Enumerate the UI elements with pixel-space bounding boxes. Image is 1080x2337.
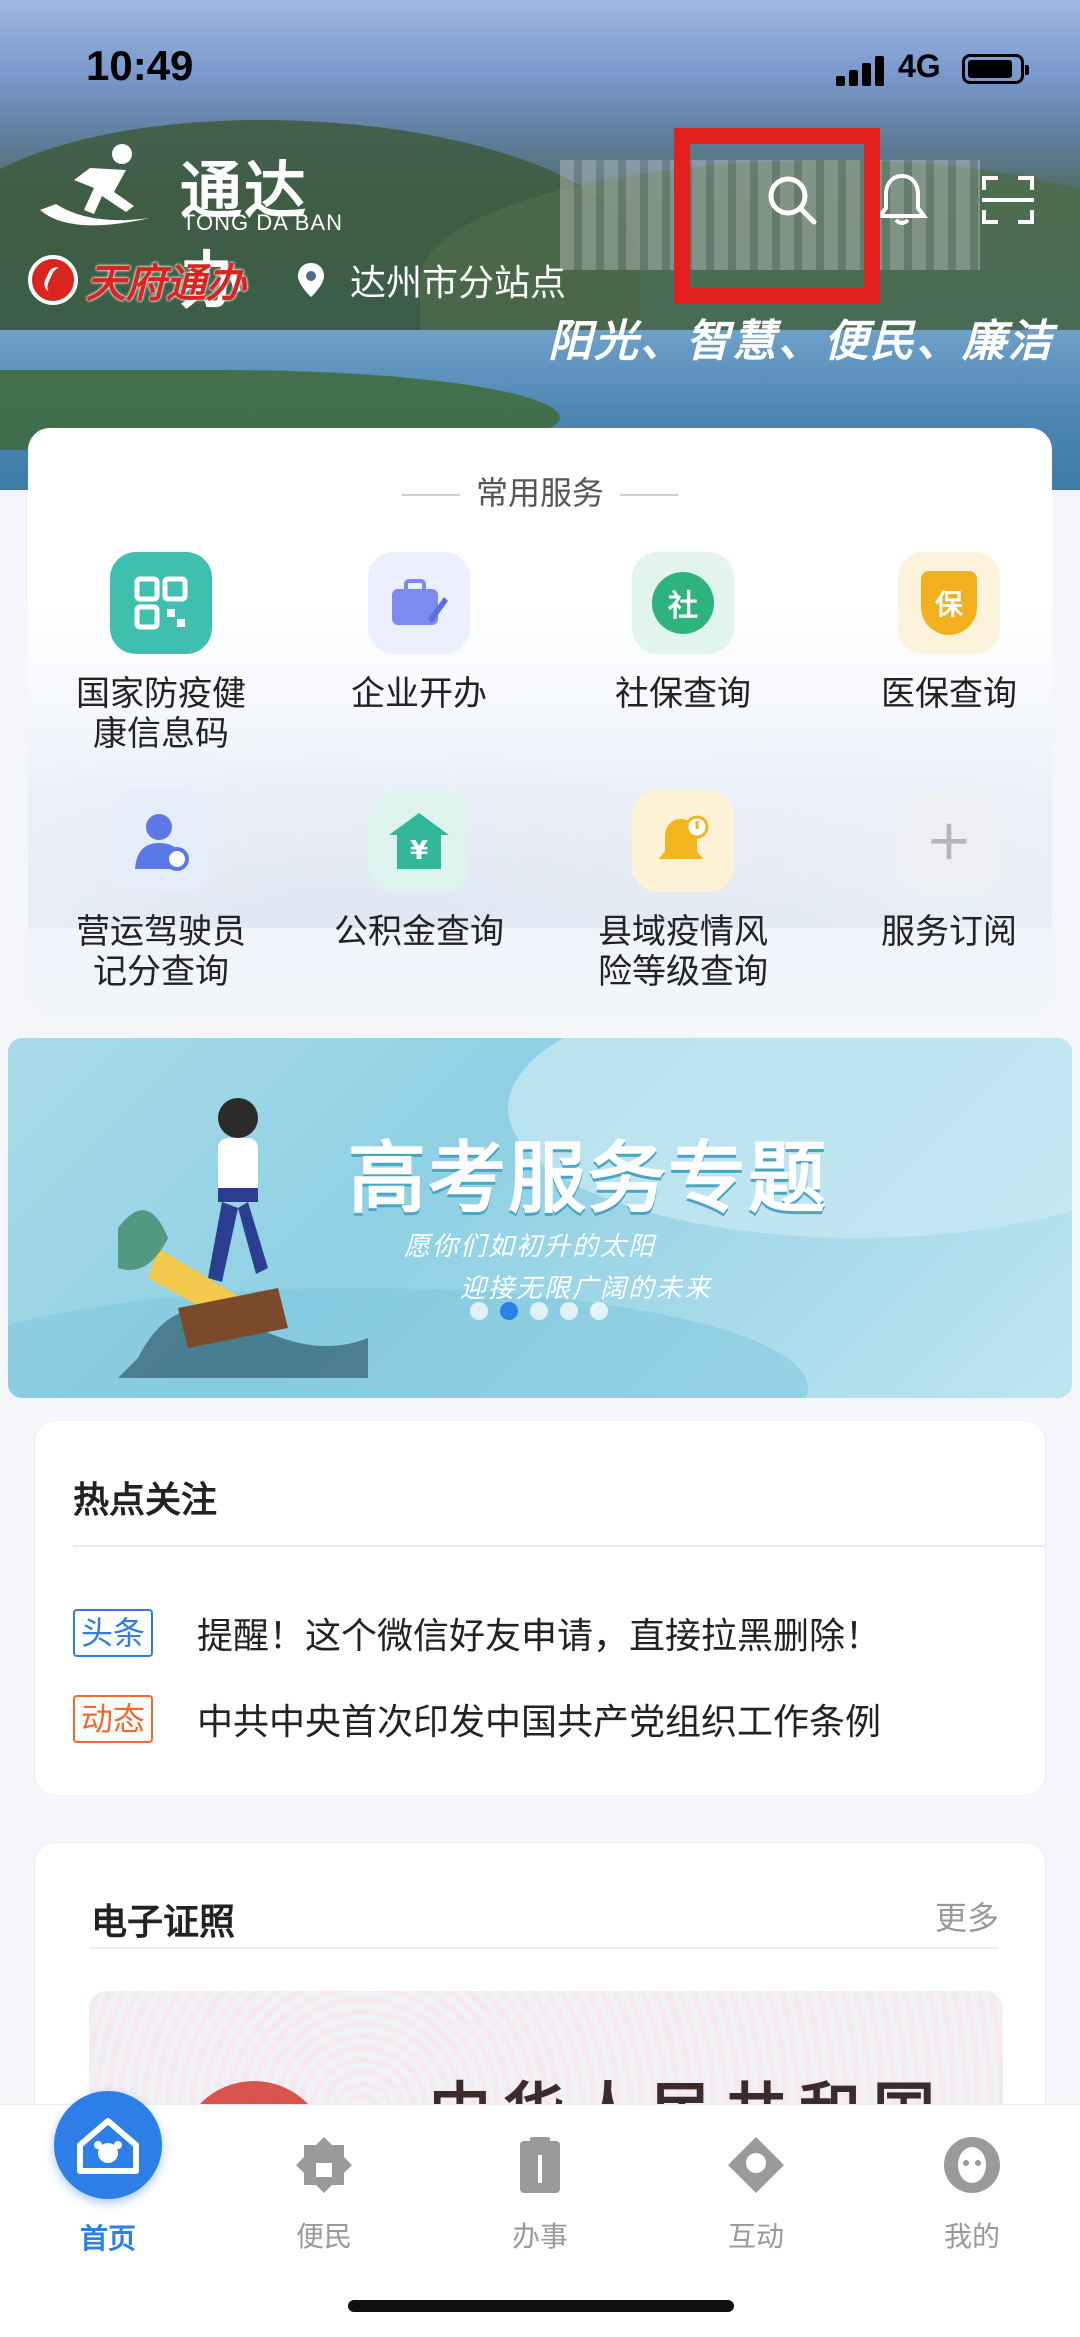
battery-icon bbox=[962, 54, 1029, 84]
tab-label: 首页 bbox=[79, 2222, 136, 2255]
convenience-icon bbox=[296, 2137, 352, 2193]
service-epidemic-risk[interactable]: 县域疫情风 险等级查询 bbox=[558, 790, 808, 992]
hot-item[interactable]: 动态 中共中央首次印发中国共产党组织工作条例 bbox=[73, 1693, 881, 1745]
gaokao-banner[interactable]: 高考服务专题 愿你们如初升的太阳 迎接无限广阔的未来 bbox=[8, 1038, 1072, 1398]
driver-icon bbox=[110, 790, 212, 892]
location-pin-icon bbox=[298, 263, 324, 297]
status-time: 10:49 bbox=[86, 42, 194, 89]
tab-label: 我的 bbox=[943, 2220, 1000, 2253]
tab-interact[interactable]: 互动 bbox=[648, 2105, 864, 2255]
network-type: 4G bbox=[898, 48, 941, 84]
tianfu-logo: 天府通办 bbox=[28, 252, 246, 308]
housing-fund-icon: ¥ bbox=[368, 790, 470, 892]
location-label: 达州市分站点 bbox=[350, 263, 567, 304]
service-subscribe[interactable]: + 服务订阅 bbox=[824, 790, 1052, 952]
tab-affairs[interactable]: 办事 bbox=[432, 2105, 648, 2255]
tab-label: 办事 bbox=[511, 2220, 568, 2253]
hot-topics-card: 热点关注 头条 提醒！这个微信好友申请，直接拉黑删除！ 动态 中共中央首次印发中… bbox=[34, 1420, 1046, 1796]
e-certificates-title: 电子证照 bbox=[91, 1902, 236, 1943]
slogan: 阳光、智慧、便民、廉洁 bbox=[548, 316, 1054, 367]
banner-subtitle: 迎接无限广阔的未来 bbox=[460, 1274, 713, 1304]
interact-icon bbox=[728, 2137, 784, 2193]
carousel-dot[interactable] bbox=[470, 1302, 488, 1320]
tab-home[interactable]: 首页 bbox=[0, 2091, 216, 2257]
divider bbox=[89, 1947, 999, 1949]
service-driver-score[interactable]: 营运驾驶员 记分查询 bbox=[36, 790, 286, 992]
tianfu-mark-icon bbox=[28, 255, 78, 305]
carousel-dot[interactable] bbox=[530, 1302, 548, 1320]
briefcase-icon bbox=[368, 552, 470, 654]
bell-icon[interactable] bbox=[872, 170, 932, 230]
app-logo: 通达办 TONG DA BAN bbox=[30, 140, 360, 317]
service-label: 社保查询 bbox=[615, 674, 751, 714]
home-indicator bbox=[348, 2300, 734, 2312]
service-label: 企业开办 bbox=[351, 674, 487, 714]
service-medical-insurance[interactable]: 保 医保查询 bbox=[824, 552, 1052, 714]
carousel-dots[interactable] bbox=[470, 1302, 608, 1320]
service-label: 医保查询 bbox=[881, 674, 1017, 714]
service-label: 服务订阅 bbox=[881, 912, 1017, 952]
banner-title: 高考服务专题 bbox=[348, 1134, 829, 1224]
service-housing-fund[interactable]: ¥ 公积金查询 bbox=[294, 790, 544, 952]
tab-label: 便民 bbox=[295, 2220, 352, 2253]
hot-item-text: 中共中央首次印发中国共产党组织工作条例 bbox=[197, 1702, 882, 1743]
service-label: 县域疫情风 险等级查询 bbox=[598, 912, 768, 992]
tianfu-text: 天府通办 bbox=[86, 260, 246, 307]
hot-item[interactable]: 头条 提醒！这个微信好友申请，直接拉黑删除！ bbox=[73, 1607, 881, 1659]
news-tag: 动态 bbox=[73, 1695, 154, 1743]
location-selector[interactable]: 达州市分站点 bbox=[296, 254, 566, 306]
hot-topics-title: 热点关注 bbox=[73, 1480, 218, 1521]
signal-icon bbox=[836, 54, 886, 86]
service-health-code[interactable]: 国家防疫健 康信息码 bbox=[36, 552, 286, 754]
more-link[interactable]: 更多 bbox=[935, 1893, 999, 1939]
alert-bell-icon bbox=[632, 790, 734, 892]
e-certificates-card: 电子证照 更多 中华人民共和国 bbox=[34, 1842, 1046, 2142]
runner-logo-icon bbox=[40, 144, 150, 226]
service-label: 营运驾驶员 记分查询 bbox=[76, 912, 246, 992]
service-enterprise[interactable]: 企业开办 bbox=[294, 552, 544, 714]
divider bbox=[73, 1545, 1045, 1547]
banner-subtitle: 愿你们如初升的太阳 bbox=[404, 1232, 657, 1262]
service-social-security[interactable]: 社 社保查询 bbox=[558, 552, 808, 714]
common-services-card: 常用服务 国家防疫健 康信息码 企业开办 社 社保查询 保 医保查询 营运驾驶员… bbox=[28, 428, 1052, 1012]
plus-icon: + bbox=[898, 790, 1000, 892]
hot-item-text: 提醒！这个微信好友申请，直接拉黑删除！ bbox=[197, 1616, 882, 1657]
qr-code-icon bbox=[110, 552, 212, 654]
carousel-dot-active[interactable] bbox=[500, 1302, 518, 1320]
profile-icon bbox=[944, 2137, 1000, 2193]
student-illustration-icon bbox=[118, 1098, 368, 1378]
medical-insurance-icon: 保 bbox=[898, 552, 1000, 654]
highlight-box bbox=[674, 128, 880, 304]
tab-label: 互动 bbox=[727, 2220, 784, 2253]
status-bar: 10:49 4G bbox=[0, 0, 1080, 130]
headline-tag: 头条 bbox=[73, 1609, 154, 1657]
home-icon bbox=[54, 2091, 162, 2199]
tab-profile[interactable]: 我的 bbox=[864, 2105, 1080, 2255]
scan-icon[interactable] bbox=[978, 170, 1038, 230]
carousel-dot[interactable] bbox=[560, 1302, 578, 1320]
social-security-icon: 社 bbox=[632, 552, 734, 654]
service-label: 公积金查询 bbox=[334, 912, 504, 952]
services-title: 常用服务 bbox=[28, 468, 1052, 514]
tab-convenience[interactable]: 便民 bbox=[216, 2105, 432, 2255]
carousel-dot[interactable] bbox=[590, 1302, 608, 1320]
service-label: 国家防疫健 康信息码 bbox=[76, 674, 246, 754]
app-name-en: TONG DA BAN bbox=[182, 210, 343, 235]
affairs-icon bbox=[520, 2137, 560, 2193]
